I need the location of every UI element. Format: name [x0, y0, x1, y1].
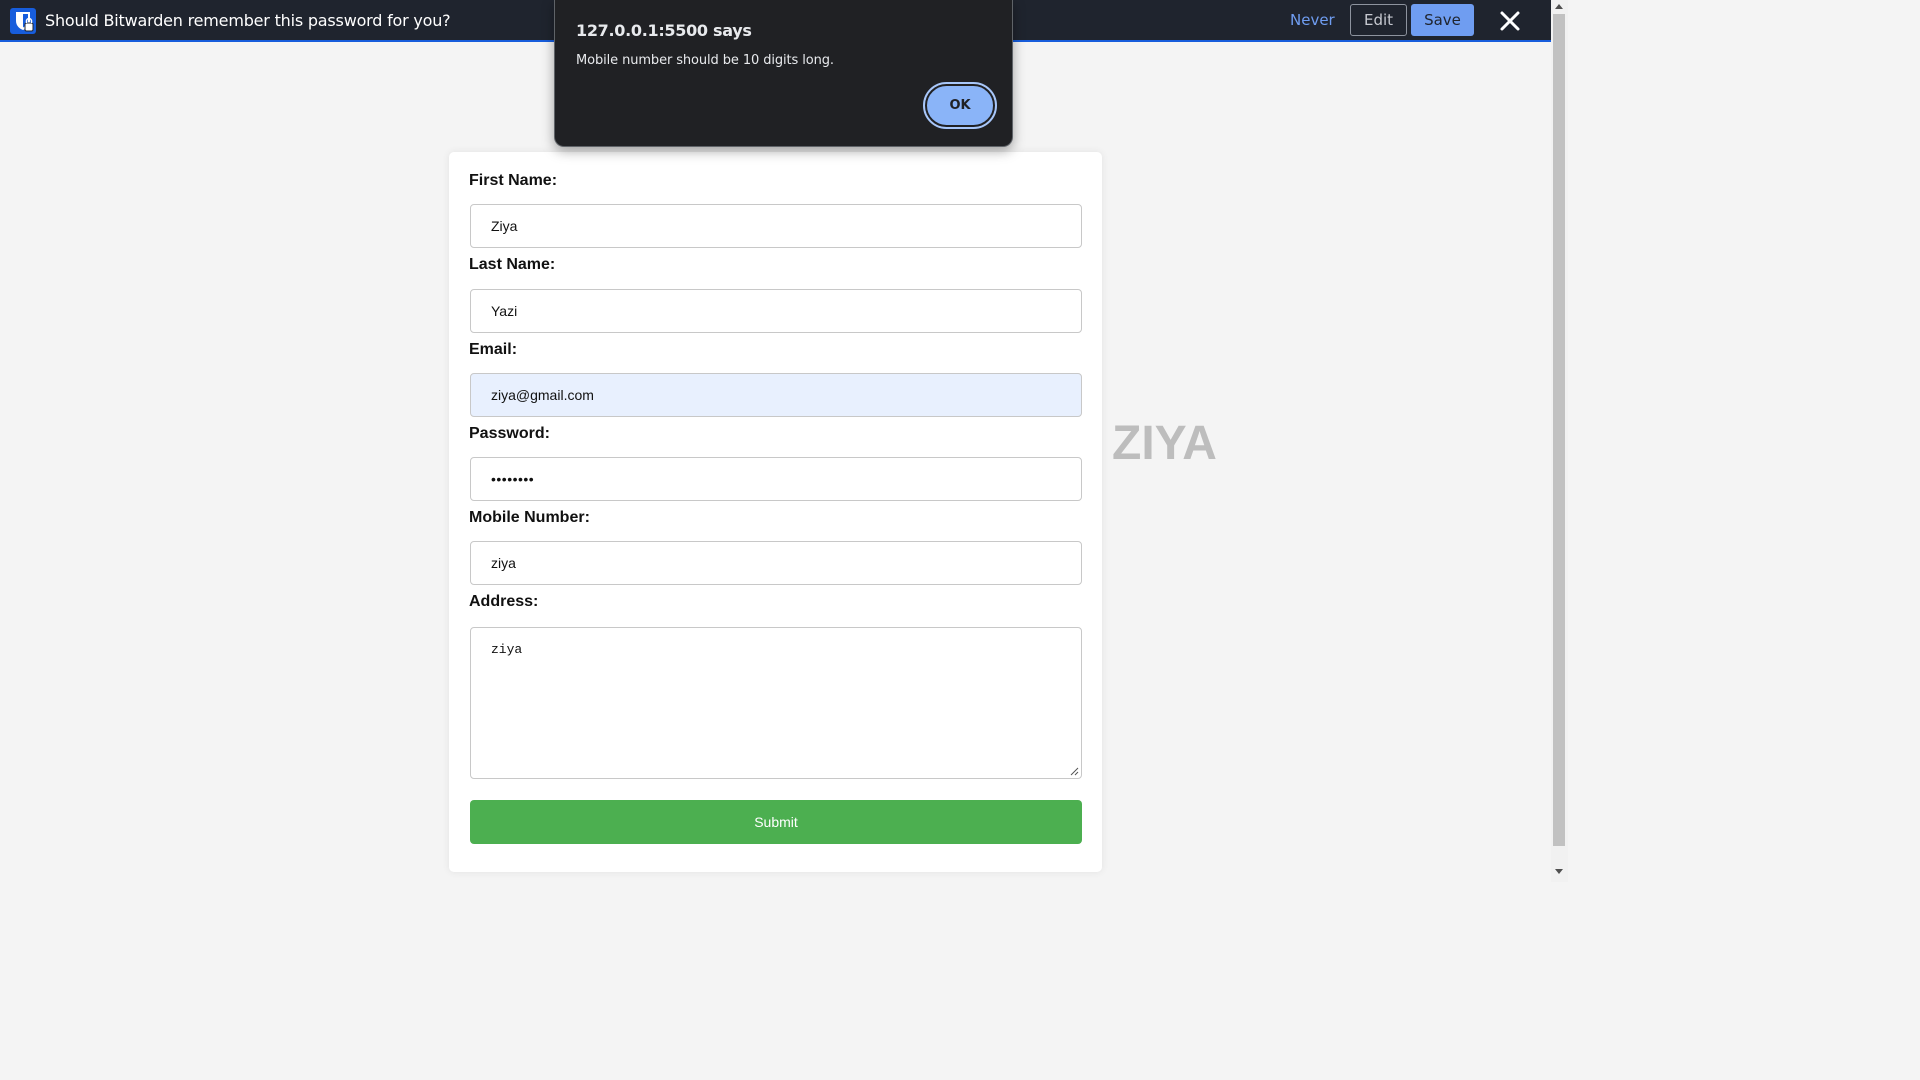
alert-dialog: 127.0.0.1:5500 says Mobile number should…	[554, 0, 1013, 147]
alert-message: Mobile number should be 10 digits long.	[576, 53, 834, 68]
submit-button[interactable]: Submit	[470, 800, 1082, 844]
alert-ok-button[interactable]: OK	[923, 82, 997, 129]
never-button[interactable]: Never	[1290, 11, 1335, 29]
address-label: Address:	[469, 593, 539, 610]
bitwarden-message: Should Bitwarden remember this password …	[45, 11, 451, 30]
page-scrollbar[interactable]	[1551, 0, 1568, 882]
scroll-down-arrow-icon[interactable]	[1555, 869, 1563, 874]
address-value: ziya	[491, 642, 523, 657]
scroll-up-arrow-icon[interactable]	[1555, 4, 1563, 9]
mobile-number-label: Mobile Number:	[469, 509, 590, 526]
email-input[interactable]: ziya@gmail.com	[470, 373, 1082, 417]
bitwarden-shield-icon	[10, 8, 36, 34]
mobile-number-input[interactable]: ziya	[470, 541, 1082, 585]
first-name-input[interactable]: Ziya	[470, 204, 1082, 248]
scroll-thumb[interactable]	[1553, 14, 1565, 846]
password-label: Password:	[469, 425, 550, 442]
last-name-label: Last Name:	[469, 256, 556, 273]
last-name-input[interactable]: Yazi	[470, 289, 1082, 333]
side-heading-text: ZIYA	[1112, 417, 1217, 470]
alert-title: 127.0.0.1:5500 says	[576, 21, 752, 40]
edit-button[interactable]: Edit	[1350, 4, 1407, 36]
address-textarea[interactable]: ziya	[470, 627, 1082, 779]
save-button[interactable]: Save	[1411, 4, 1474, 36]
resize-grip-icon[interactable]	[1070, 767, 1079, 776]
email-label: Email:	[469, 341, 518, 358]
password-input[interactable]: ••••••••	[470, 457, 1082, 501]
first-name-label: First Name:	[469, 172, 558, 189]
close-icon[interactable]	[1497, 8, 1523, 34]
